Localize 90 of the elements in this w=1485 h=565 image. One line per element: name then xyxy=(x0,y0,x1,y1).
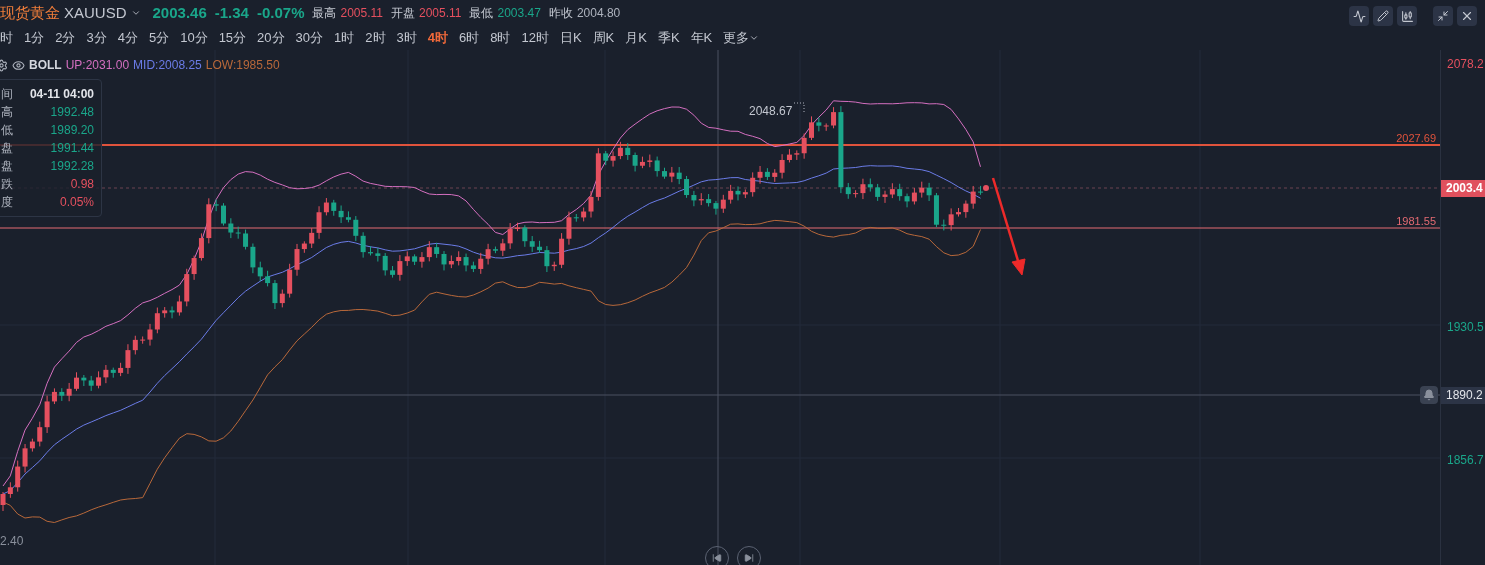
interval-tab[interactable]: 4时 xyxy=(427,28,448,48)
interval-tab[interactable]: 2分 xyxy=(55,28,76,48)
candle xyxy=(368,245,373,256)
close-icon xyxy=(1460,9,1474,23)
symbol-selector[interactable]: XAUUSD xyxy=(64,1,141,25)
price-level-label: 1981.55 xyxy=(1396,215,1436,228)
interval-tab[interactable]: 日K xyxy=(559,28,582,48)
indicator-button[interactable] xyxy=(1349,6,1369,26)
candle xyxy=(662,167,667,180)
interval-tab[interactable]: 8时 xyxy=(490,28,511,48)
price-change: -1.34 xyxy=(214,2,249,23)
interval-tab[interactable]: 4分 xyxy=(117,28,138,48)
bell-icon xyxy=(1423,389,1435,401)
candle xyxy=(809,115,814,141)
stat-value: 2005.11 xyxy=(419,5,462,22)
interval-tab[interactable]: 2时 xyxy=(365,28,386,48)
info-label: 盘 xyxy=(1,158,13,175)
info-label: 高 xyxy=(1,104,13,121)
axis-label: 1856.7 xyxy=(1447,452,1484,469)
interval-tab[interactable]: 月K xyxy=(625,28,647,48)
more-intervals-button[interactable]: 更多 xyxy=(723,28,760,48)
info-label: 低 xyxy=(1,122,13,139)
info-value: 04-11 04:00 xyxy=(29,86,94,103)
peak-price-label: 2048.67 xyxy=(749,103,793,120)
interval-tab[interactable]: 6时 xyxy=(459,28,480,48)
last-price-dot xyxy=(983,185,989,191)
info-label: 度 xyxy=(1,194,13,211)
upper-band-value: UP:2031.00 xyxy=(65,57,130,74)
interval-tab[interactable]: 12时 xyxy=(521,28,549,48)
indicator-name: BOLL xyxy=(29,57,62,74)
info-value: 1989.20 xyxy=(50,122,94,139)
info-value: 1992.48 xyxy=(50,104,94,121)
info-label: 跌 xyxy=(1,176,13,193)
crosshair-price-badge: 1890.2 xyxy=(1441,387,1485,404)
axis-label: 2.40 xyxy=(0,533,24,550)
info-value: 0.98 xyxy=(70,176,94,193)
price-level-label: 2027.69 xyxy=(1396,132,1436,145)
close-button[interactable] xyxy=(1457,6,1477,26)
interval-tab[interactable]: 3分 xyxy=(86,28,107,48)
stat-value: 2004.80 xyxy=(576,5,621,22)
interval-tab[interactable]: 1分 xyxy=(24,28,45,48)
stat-value: 2005.11 xyxy=(340,5,383,22)
candle xyxy=(978,185,984,196)
interval-tab[interactable]: 20分 xyxy=(257,28,285,48)
interval-tab[interactable]: 时 xyxy=(0,28,13,48)
axis-label: 2078.2 xyxy=(1447,56,1484,73)
interval-tab[interactable]: 季K xyxy=(657,28,680,48)
candle xyxy=(515,222,520,232)
interval-tab[interactable]: 年K xyxy=(690,28,713,48)
info-value: 0.05% xyxy=(59,194,94,211)
interval-tab[interactable]: 周K xyxy=(592,28,615,48)
instrument-name: 现货黄金 xyxy=(0,2,60,23)
current-price-badge: 2003.4 xyxy=(1441,180,1485,197)
info-label: 间 xyxy=(1,86,13,103)
caret-icon xyxy=(749,33,760,43)
info-value: 1992.28 xyxy=(50,158,94,175)
caret-icon xyxy=(130,8,141,18)
info-value: 1991.44 xyxy=(50,140,94,157)
alert-bell-button[interactable] xyxy=(1420,386,1438,404)
stat-label: 昨收 xyxy=(548,5,573,22)
interval-tab[interactable]: 5分 xyxy=(148,28,170,48)
stat-label: 最低 xyxy=(469,5,494,22)
candle xyxy=(221,202,226,227)
interval-tab[interactable]: 30分 xyxy=(295,28,324,48)
middle-band-value: MID:2008.25 xyxy=(133,57,202,74)
stat-label: 开盘 xyxy=(391,5,415,22)
draw-button[interactable] xyxy=(1373,6,1393,26)
shrink-arrows-icon xyxy=(1437,10,1449,22)
interval-tab[interactable]: 10分 xyxy=(180,28,208,48)
price-change-percent: -0.07% xyxy=(256,2,305,23)
pulse-line-icon xyxy=(1352,9,1366,23)
interval-tab[interactable]: 15分 xyxy=(218,28,247,48)
candle xyxy=(74,371,79,392)
pencil-icon xyxy=(1377,10,1389,22)
lower-band-value: LOW:1985.50 xyxy=(205,57,280,74)
interval-tab[interactable]: 3时 xyxy=(396,28,417,48)
stat-value: 2003.47 xyxy=(497,5,541,22)
collapse-button[interactable] xyxy=(1433,6,1453,26)
info-label: 盘 xyxy=(1,140,13,157)
skip-back-icon xyxy=(712,553,722,563)
axis-label: 1930.5 xyxy=(1447,319,1484,336)
leader-line xyxy=(793,102,805,113)
last-price: 2003.46 xyxy=(152,2,207,23)
chart-type-button[interactable] xyxy=(1397,6,1417,26)
visibility-icon[interactable] xyxy=(12,58,25,72)
candlestick-icon xyxy=(1400,9,1414,23)
stat-label: 最高 xyxy=(312,5,337,22)
skip-forward-icon xyxy=(744,553,754,563)
candle xyxy=(956,207,961,218)
interval-tab[interactable]: 1时 xyxy=(334,28,355,48)
